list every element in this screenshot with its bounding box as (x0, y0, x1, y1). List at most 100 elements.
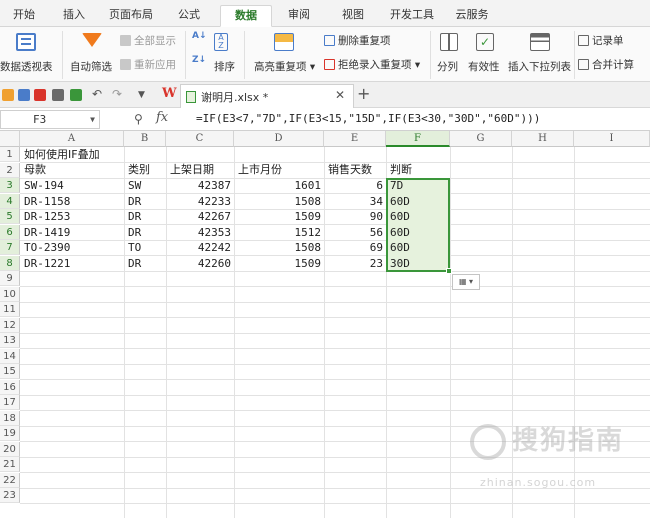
tab-view[interactable]: 视图 (334, 5, 372, 27)
tab-data[interactable]: 数据 (220, 5, 272, 27)
merge-calc-button[interactable]: 合并计算 (578, 57, 634, 72)
cell-D7[interactable]: 1508 (234, 240, 324, 255)
open-folder-icon[interactable] (2, 89, 14, 101)
row-header[interactable]: 1 (0, 147, 20, 162)
cell-B4[interactable]: DR (128, 194, 164, 209)
cell-E8[interactable]: 23 (324, 256, 386, 271)
cell-C4[interactable]: 42233 (166, 194, 234, 209)
sort-descending-icon[interactable]: Z↓ (192, 55, 206, 65)
cell-D8[interactable]: 1509 (234, 256, 324, 271)
column-header[interactable]: G (450, 131, 512, 147)
row-header[interactable]: 9 (0, 271, 20, 286)
cell-D3[interactable]: 1601 (234, 178, 324, 193)
cell-A5[interactable]: DR-1253 (24, 209, 122, 224)
row-header[interactable]: 21 (0, 457, 20, 472)
row-header[interactable]: 4 (0, 194, 20, 209)
cell-E3[interactable]: 6 (324, 178, 386, 193)
column-header[interactable]: H (512, 131, 574, 147)
tab-home[interactable]: 开始 (4, 5, 44, 27)
column-header[interactable]: A (20, 131, 124, 147)
export-pdf-icon[interactable] (34, 89, 46, 101)
row-header[interactable]: 6 (0, 225, 20, 240)
zoom-search-icon[interactable]: ⚲ (134, 112, 143, 126)
cell-C3[interactable]: 42387 (166, 178, 234, 193)
tab-page-layout[interactable]: 页面布局 (104, 5, 158, 27)
row-header[interactable]: 2 (0, 163, 20, 178)
record-form-button[interactable]: 记录单 (578, 33, 624, 48)
row-header[interactable]: 10 (0, 287, 20, 302)
row-header[interactable]: 3 (0, 178, 20, 193)
tab-developer[interactable]: 开发工具 (384, 5, 440, 27)
cell-E4[interactable]: 34 (324, 194, 386, 209)
cell-C5[interactable]: 42267 (166, 209, 234, 224)
row-header[interactable]: 13 (0, 333, 20, 348)
cell-D4[interactable]: 1508 (234, 194, 324, 209)
split-column-button[interactable]: 分列 (437, 59, 458, 74)
cell-A8[interactable]: DR-1221 (24, 256, 122, 271)
cell-C2[interactable]: 上架日期 (170, 162, 214, 177)
cell-E6[interactable]: 56 (324, 225, 386, 240)
cell-D2[interactable]: 上市月份 (238, 162, 282, 177)
row-header[interactable]: 8 (0, 256, 20, 271)
autofilter-button[interactable]: 自动筛选 (70, 59, 112, 74)
row-header[interactable]: 15 (0, 364, 20, 379)
cell-F2[interactable]: 判断 (390, 162, 412, 177)
tab-insert[interactable]: 插入 (56, 5, 92, 27)
row-header[interactable]: 14 (0, 349, 20, 364)
save-icon[interactable] (18, 89, 30, 101)
row-header[interactable]: 20 (0, 442, 20, 457)
sort-ascending-icon[interactable]: A↓ (192, 31, 207, 41)
cell-C6[interactable]: 42353 (166, 225, 234, 240)
cell-D6[interactable]: 1512 (234, 225, 324, 240)
cell-A4[interactable]: DR-1158 (24, 194, 122, 209)
show-all-button[interactable]: 全部显示 (120, 33, 176, 48)
cell-B3[interactable]: SW (128, 178, 164, 193)
row-header[interactable]: 23 (0, 488, 20, 503)
auto-fill-options-icon[interactable]: ▦ ▾ (452, 274, 480, 290)
column-header[interactable]: E (324, 131, 386, 147)
insert-function-icon[interactable]: fx (156, 110, 168, 125)
print-icon[interactable] (52, 89, 64, 101)
row-header[interactable]: 19 (0, 426, 20, 441)
tab-review[interactable]: 审阅 (280, 5, 318, 27)
cell-B5[interactable]: DR (128, 209, 164, 224)
print-preview-icon[interactable] (70, 89, 82, 101)
cell-B7[interactable]: TO (128, 240, 164, 255)
validity-button[interactable]: 有效性 (468, 59, 500, 74)
redo-icon[interactable]: ↷ (112, 88, 124, 100)
cell-E2[interactable]: 销售天数 (328, 162, 372, 177)
new-tab-plus-icon[interactable]: + (357, 84, 370, 103)
reapply-button[interactable]: 重新应用 (120, 57, 176, 72)
row-header[interactable]: 7 (0, 240, 20, 255)
sort-button[interactable]: 排序 (214, 59, 235, 74)
insert-dropdown-button[interactable]: 插入下拉列表 (508, 59, 571, 74)
undo-icon[interactable]: ↶ (92, 88, 104, 100)
name-box[interactable]: F3 ▼ (0, 110, 100, 129)
column-header-active[interactable]: F (386, 131, 450, 147)
highlight-duplicates-button[interactable]: 高亮重复项 ▾ (254, 59, 315, 74)
column-header[interactable]: D (234, 131, 324, 147)
cell-A3[interactable]: SW-194 (24, 178, 122, 193)
select-all-corner[interactable] (0, 131, 20, 147)
cell-B8[interactable]: DR (128, 256, 164, 271)
cell-A7[interactable]: TO-2390 (24, 240, 122, 255)
name-box-dropdown-icon[interactable]: ▼ (90, 111, 95, 128)
tab-cloud[interactable]: 云服务 (450, 5, 494, 27)
cell-E5[interactable]: 90 (324, 209, 386, 224)
cell-A1[interactable]: 如何使用IF叠加 (24, 147, 100, 162)
row-header[interactable]: 12 (0, 318, 20, 333)
column-header[interactable]: C (166, 131, 234, 147)
cell-A2[interactable]: 母款 (24, 162, 46, 177)
row-header[interactable]: 18 (0, 411, 20, 426)
column-header[interactable]: I (574, 131, 650, 147)
row-header[interactable]: 16 (0, 380, 20, 395)
pivot-table-button[interactable]: 数据透视表 (0, 59, 53, 74)
reject-duplicates-button[interactable]: 拒绝录入重复项 ▾ (324, 57, 420, 72)
cell-C7[interactable]: 42242 (166, 240, 234, 255)
customize-dropdown-icon[interactable]: ▼ (138, 89, 150, 101)
cell-C8[interactable]: 42260 (166, 256, 234, 271)
column-header[interactable]: B (124, 131, 166, 147)
cell-B6[interactable]: DR (128, 225, 164, 240)
close-icon[interactable]: ✕ (335, 88, 345, 102)
cell-A6[interactable]: DR-1419 (24, 225, 122, 240)
